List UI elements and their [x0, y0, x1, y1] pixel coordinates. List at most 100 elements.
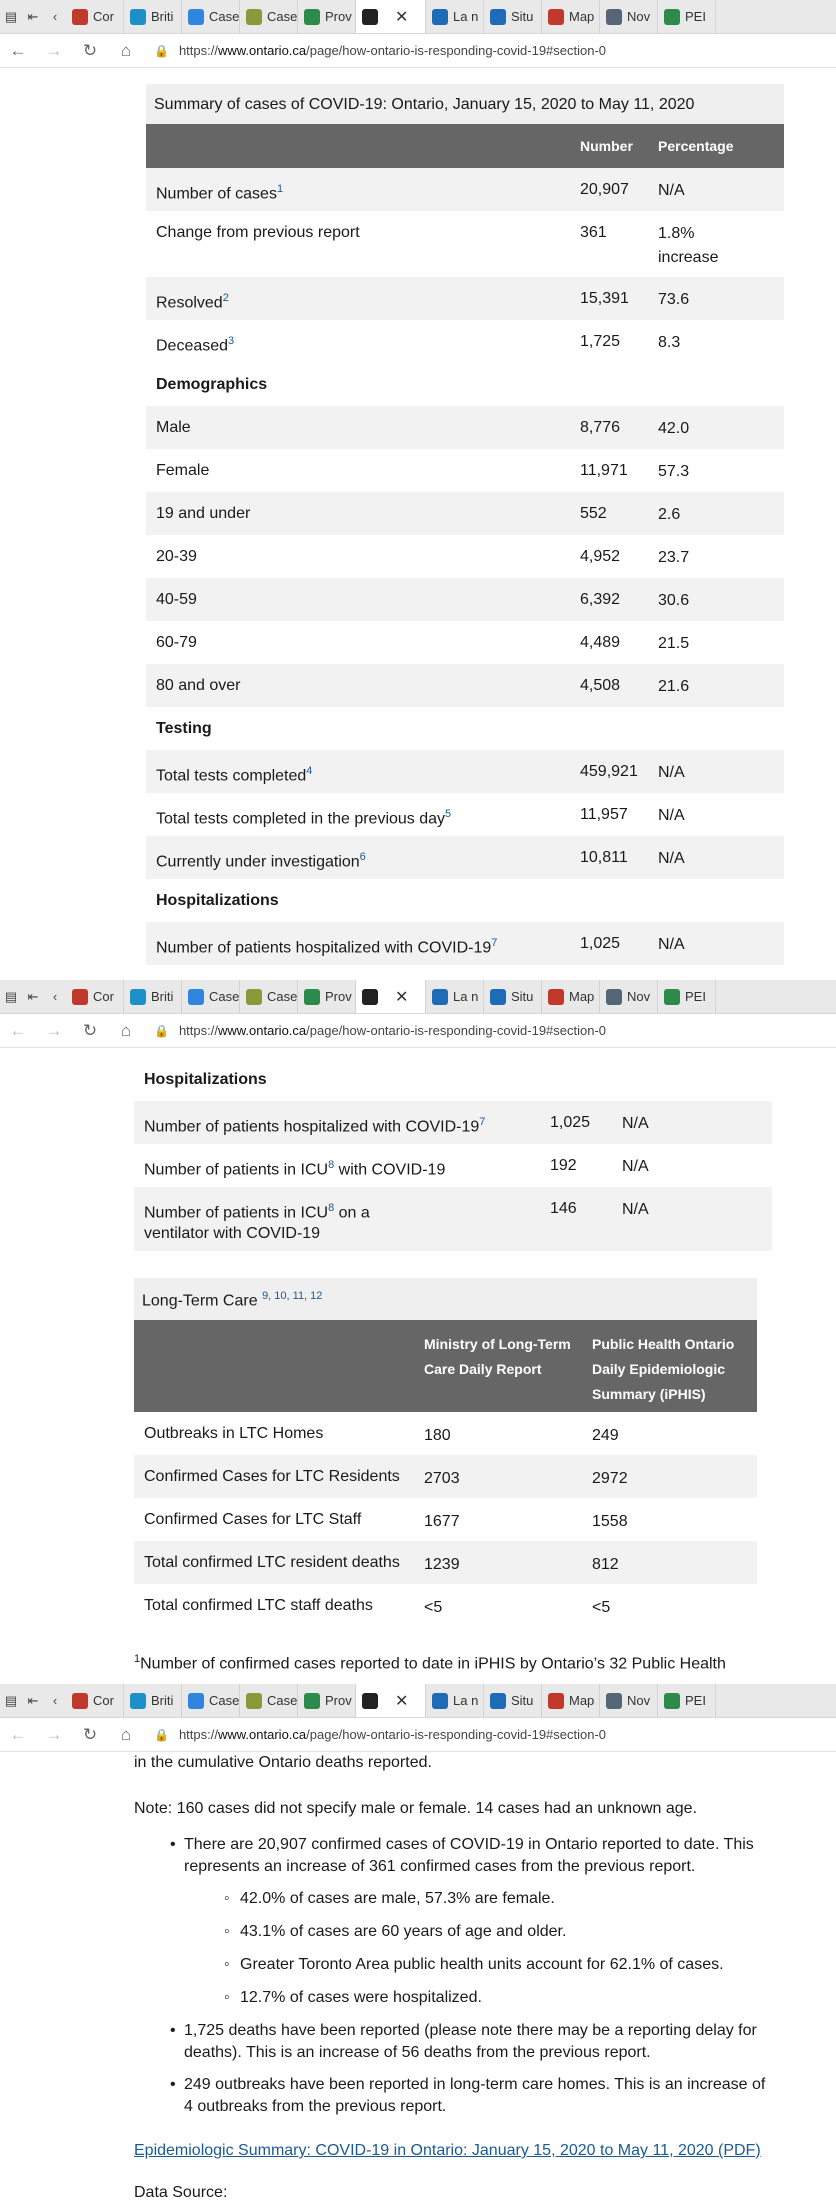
browser-tab[interactable]: La n — [426, 0, 484, 33]
url-field[interactable]: 🔒 https://www.ontario.ca/page/how-ontari… — [154, 43, 606, 58]
back-icon[interactable]: ← — [0, 1725, 36, 1745]
set-aside-tabs-icon[interactable]: ⇤ — [22, 1693, 44, 1709]
bullet-deaths: 1,725 deaths have been reported (please … — [134, 2020, 774, 2064]
forward-icon[interactable]: → — [36, 1021, 72, 1041]
hospitalizations-body: Number of patients hospitalized with COV… — [134, 1101, 772, 1251]
tab-favicon-icon — [188, 8, 204, 25]
tab-favicon-icon — [72, 988, 88, 1005]
epidemiologic-summary-pdf-link[interactable]: Epidemiologic Summary: COVID-19 in Ontar… — [134, 2142, 761, 2159]
browser-tab[interactable]: Briti — [124, 0, 182, 33]
browser-tab[interactable]: Situ — [484, 980, 542, 1013]
footnote-link[interactable]: 4 — [306, 765, 312, 777]
footnote-link[interactable]: 7 — [491, 937, 497, 949]
browser-tab[interactable]: Cor — [66, 0, 124, 33]
row-label-text: Deceased — [156, 337, 229, 355]
browser-tab[interactable]: Case — [240, 0, 298, 33]
browser-tab[interactable]: Case — [182, 0, 240, 33]
set-aside-tabs-icon[interactable]: ⇤ — [22, 989, 44, 1005]
summary-table: Summary of cases of COVID-19: Ontario, J… — [146, 84, 784, 965]
refresh-icon[interactable]: ↻ — [72, 41, 108, 61]
browser-tab[interactable]: Map — [542, 980, 600, 1013]
scroll-tabs-left-icon[interactable]: ‹ — [44, 989, 66, 1004]
browser-tab[interactable]: Nov — [600, 0, 658, 33]
row-number: 552 — [580, 505, 607, 522]
refresh-icon[interactable]: ↻ — [72, 1725, 108, 1745]
row-number: 4,952 — [580, 548, 621, 565]
row-label: Total confirmed LTC resident deaths — [144, 1554, 400, 1572]
scroll-tabs-left-icon[interactable]: ‹ — [44, 9, 66, 24]
browser-tab[interactable]: Situ — [484, 1684, 542, 1717]
close-tab-icon[interactable]: ✕ — [395, 1691, 408, 1711]
browser-tab[interactable]: PEI — [658, 1684, 716, 1717]
row-label: Number of cases1 — [146, 179, 580, 204]
browser-tab[interactable]: Case — [182, 980, 240, 1013]
tab-label: PEI — [685, 989, 706, 1004]
url-host: www.ontario.ca — [217, 1023, 307, 1038]
footnote-link[interactable]: 6 — [360, 851, 366, 863]
browser-tab[interactable]: Map — [542, 0, 600, 33]
tabs-strip: Cor Briti Case Case Prov ✕ La n Situ Map Nov PEI — [66, 0, 716, 33]
tab-favicon-icon — [548, 988, 564, 1005]
footnote-link[interactable]: 5 — [445, 808, 451, 820]
browser-tab[interactable]: Cor — [66, 980, 124, 1013]
forward-icon[interactable]: → — [36, 41, 72, 61]
row-label: Currently under investigation6 — [146, 847, 580, 872]
tabs-strip: Cor Briti Case Case Prov ✕ La n Situ Map Nov PEI — [66, 980, 716, 1013]
table-row: 20-39 4,952 23.7 — [146, 535, 784, 578]
tab-actions-icon[interactable]: ▤ — [0, 989, 22, 1005]
pho-value: 249 — [592, 1427, 619, 1445]
browser-tab[interactable]: Prov — [298, 1684, 356, 1717]
browser-tab[interactable]: Briti — [124, 980, 182, 1013]
footnote-link[interactable]: 7 — [479, 1116, 485, 1128]
footnote-link[interactable]: 2 — [223, 292, 229, 304]
url-field[interactable]: 🔒 https://www.ontario.ca/page/how-ontari… — [154, 1023, 606, 1038]
ltc-caption-footnotes[interactable]: 9, 10, 11, 12 — [262, 1290, 322, 1302]
set-aside-tabs-icon[interactable]: ⇤ — [22, 9, 44, 25]
ministry-value: 1239 — [424, 1556, 460, 1574]
address-bar: ← → ↻ ⌂ 🔒 https://www.ontario.ca/page/ho… — [0, 1014, 836, 1048]
back-icon[interactable]: ← — [0, 1021, 36, 1041]
forward-icon[interactable]: → — [36, 1725, 72, 1745]
row-number: 146 — [550, 1200, 577, 1217]
close-tab-icon[interactable]: ✕ — [395, 7, 408, 27]
browser-tab[interactable]: Nov — [600, 1684, 658, 1717]
tab-label: Cor — [93, 9, 114, 24]
browser-tab[interactable]: ✕ — [356, 980, 426, 1013]
bullet-outbreaks-text: 249 outbreaks have been reported in long… — [184, 2076, 766, 2115]
footnote-link[interactable]: 1 — [277, 183, 283, 195]
url-prefix: https:// — [178, 43, 218, 58]
table-row: 60-79 4,489 21.5 — [146, 621, 784, 664]
tab-actions-icon[interactable]: ▤ — [0, 9, 22, 25]
row-percentage: 57.3 — [658, 463, 690, 480]
browser-tab[interactable]: Case — [240, 980, 298, 1013]
url-field[interactable]: 🔒 https://www.ontario.ca/page/how-ontari… — [154, 1727, 606, 1742]
tab-label: Briti — [151, 1693, 174, 1708]
browser-tab[interactable]: PEI — [658, 0, 716, 33]
browser-tab[interactable]: Map — [542, 1684, 600, 1717]
browser-tab[interactable]: Case — [240, 1684, 298, 1717]
browser-tab[interactable]: Case — [182, 1684, 240, 1717]
refresh-icon[interactable]: ↻ — [72, 1021, 108, 1041]
browser-tab[interactable]: Briti — [124, 1684, 182, 1717]
table-row: Confirmed Cases for LTC Staff 1677 1558 — [134, 1498, 757, 1542]
browser-tab[interactable]: Nov — [600, 980, 658, 1013]
scroll-tabs-left-icon[interactable]: ‹ — [44, 1693, 66, 1708]
tab-actions-icon[interactable]: ▤ — [0, 1693, 22, 1709]
lock-icon: 🔒 — [154, 1727, 169, 1742]
browser-tab[interactable]: ✕ — [356, 0, 426, 33]
browser-tab[interactable]: PEI — [658, 980, 716, 1013]
browser-tab[interactable]: La n — [426, 1684, 484, 1717]
home-icon[interactable]: ⌂ — [108, 1021, 144, 1041]
browser-tab[interactable]: Prov — [298, 980, 356, 1013]
browser-tab[interactable]: La n — [426, 980, 484, 1013]
footnote-link[interactable]: 3 — [228, 335, 234, 347]
summary-table-body: Number of cases1 20,907 N/A Change from pre… — [146, 168, 784, 965]
browser-tab[interactable]: Situ — [484, 0, 542, 33]
browser-tab[interactable]: Cor — [66, 1684, 124, 1717]
close-tab-icon[interactable]: ✕ — [395, 987, 408, 1007]
home-icon[interactable]: ⌂ — [108, 41, 144, 61]
back-icon[interactable]: ← — [0, 41, 36, 61]
browser-tab[interactable]: ✕ — [356, 1684, 426, 1717]
browser-tab[interactable]: Prov — [298, 0, 356, 33]
home-icon[interactable]: ⌂ — [108, 1725, 144, 1745]
